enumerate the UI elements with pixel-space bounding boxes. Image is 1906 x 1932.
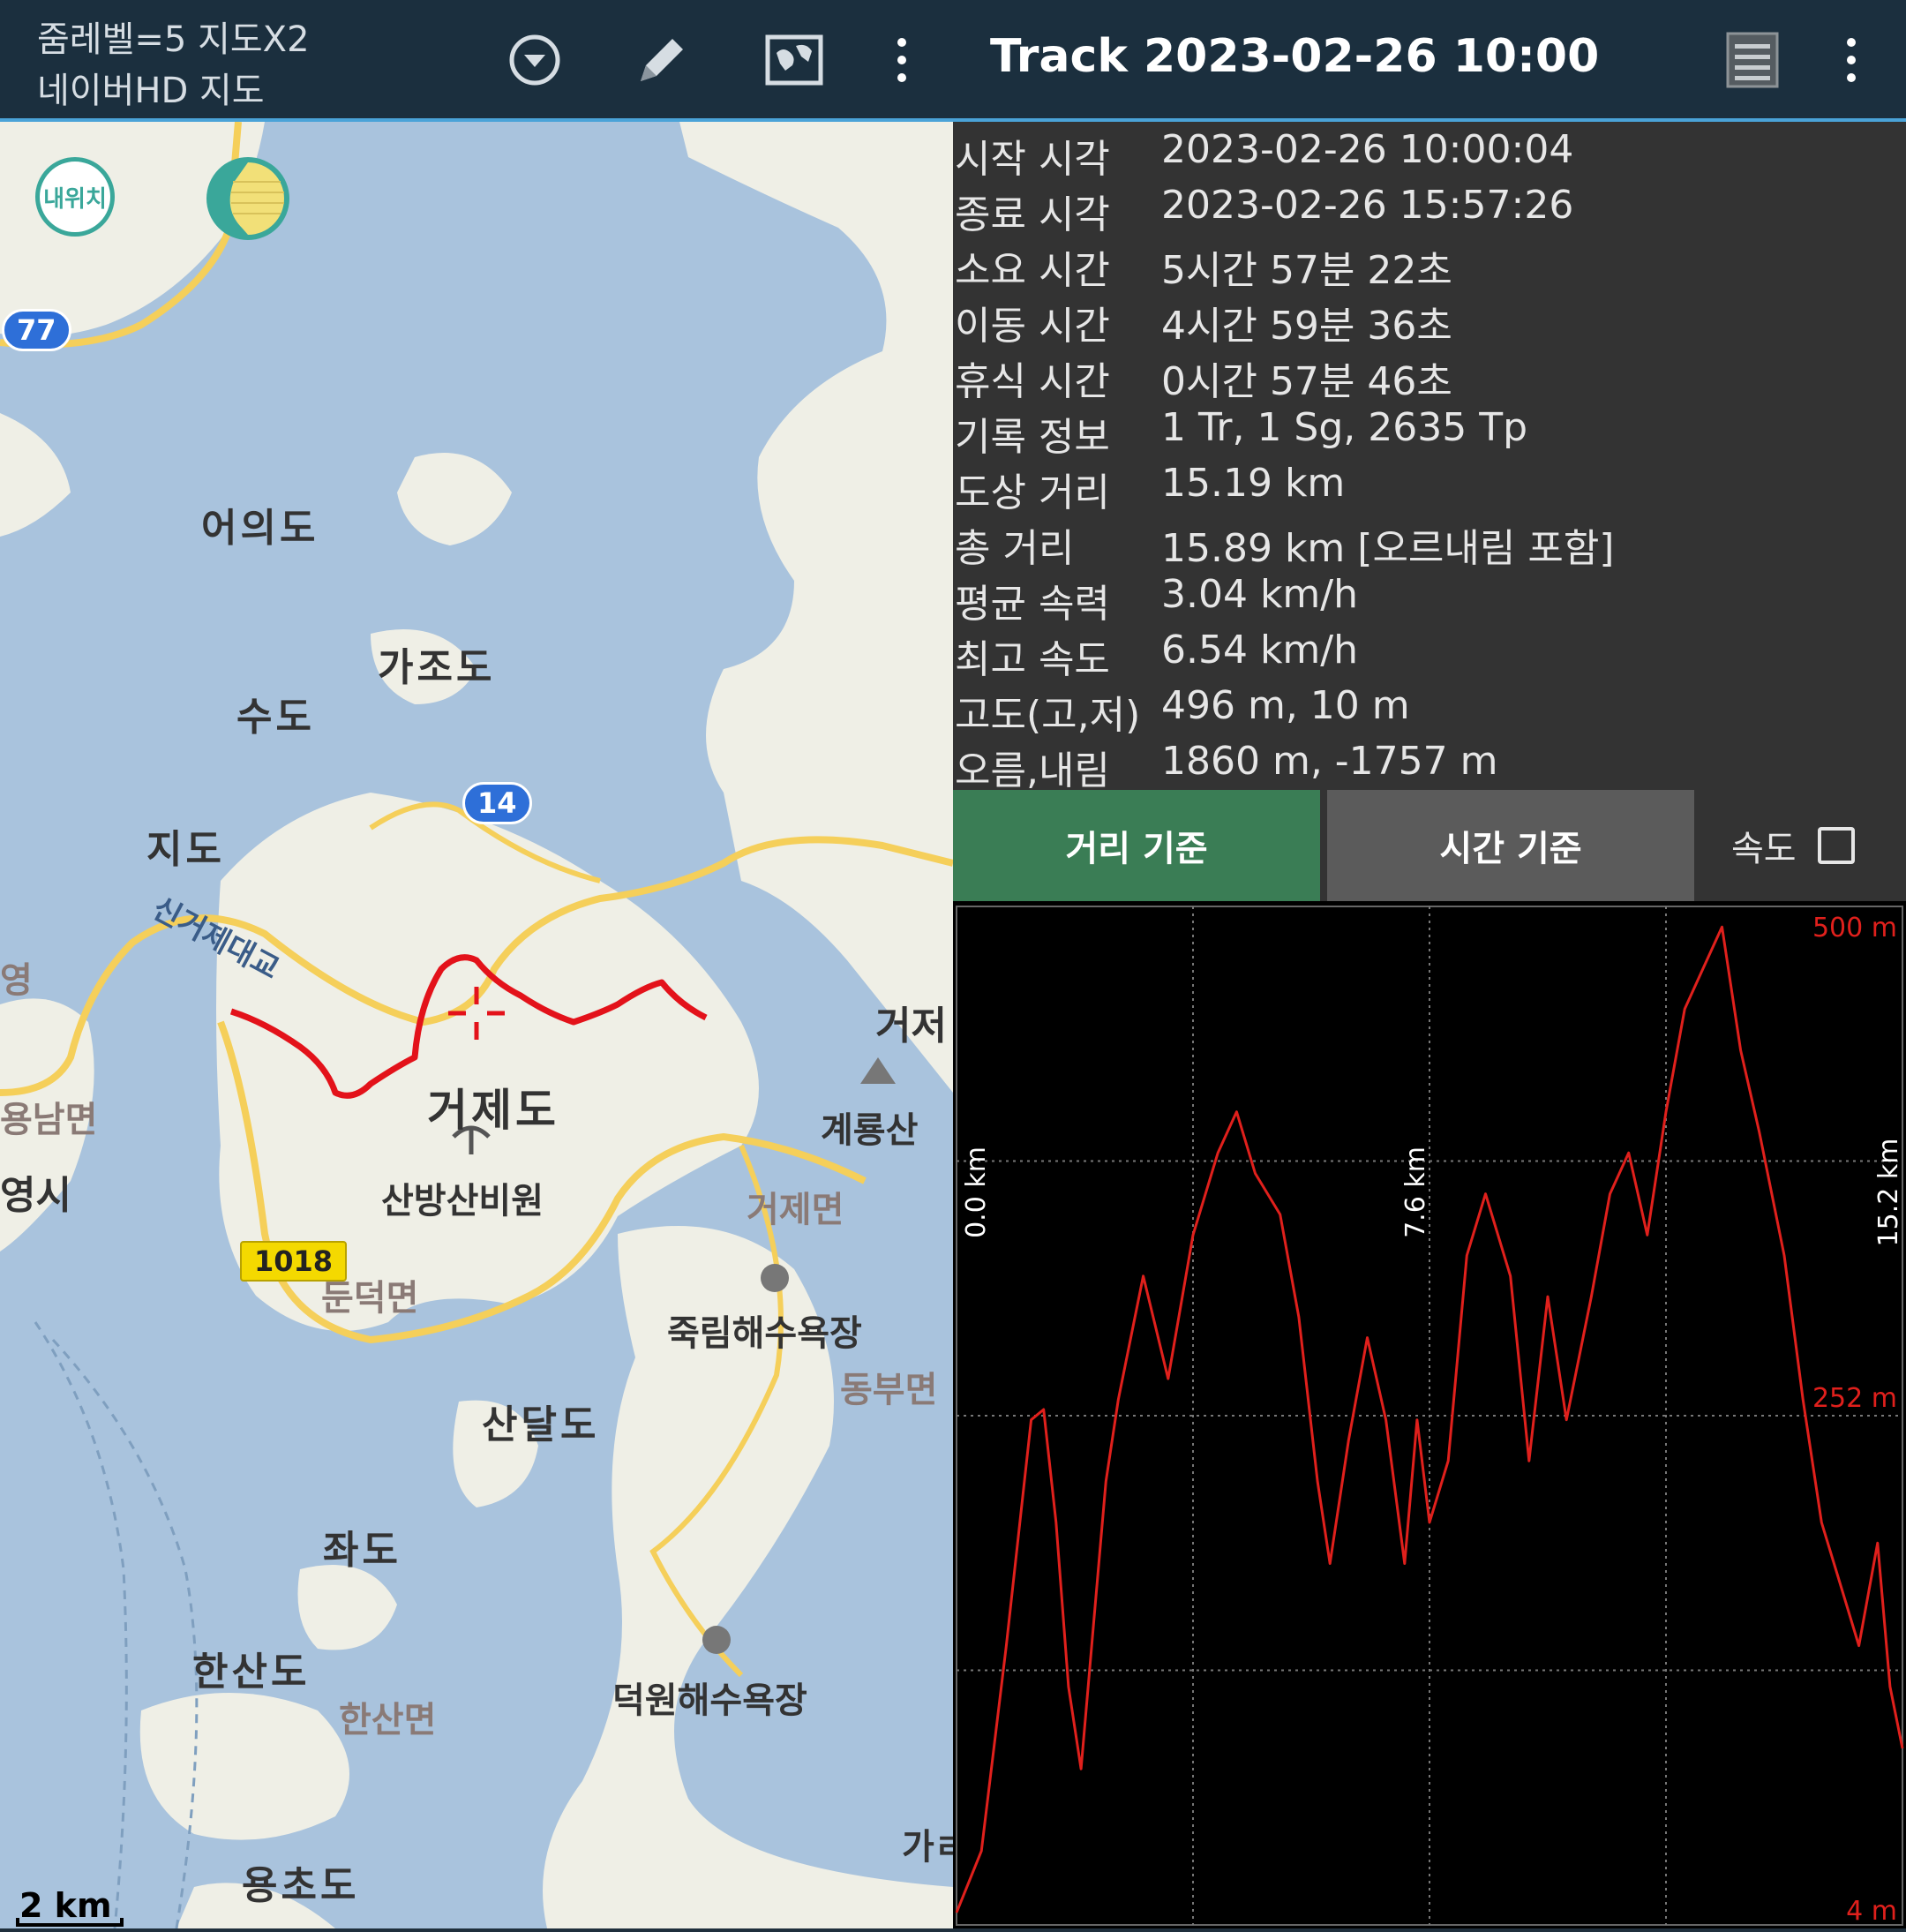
layer-toggle-button[interactable] xyxy=(206,157,289,240)
road-badge: 14 xyxy=(462,782,532,824)
info-key: 종료 시각 xyxy=(955,192,1110,237)
info-value: 2023-02-26 10:00:04 xyxy=(1161,127,1574,172)
info-key: 오름,내림 xyxy=(955,748,1110,793)
scale-label: 2 km xyxy=(19,1886,112,1925)
elevation-chart-svg: 500 m 252 m 4 m 0.0 km 7.6 km 15.2 km xyxy=(955,906,1904,1927)
speed-label: 속도 xyxy=(1731,829,1797,869)
info-row: 이동 시간 4시간 59분 36초 xyxy=(953,289,1906,349)
map-label: 좌도 xyxy=(323,1528,401,1573)
info-key: 기록 정보 xyxy=(955,415,1110,460)
info-row: 평균 속력 3.04 km/h xyxy=(953,567,1906,627)
map-source-label: 네이버HD 지도 xyxy=(37,71,265,111)
info-key: 고도(고,저) xyxy=(955,693,1141,738)
tab-time[interactable]: 시간 기준 xyxy=(1327,790,1694,901)
list-icon[interactable] xyxy=(1719,26,1786,94)
map-label: 가조도 xyxy=(378,645,496,690)
track-info-panel: 시작 시각 2023-02-26 10:00:04 종료 시각 2023-02-26… xyxy=(953,122,1906,793)
x-tick-label: 7.6 km xyxy=(1400,1146,1431,1238)
map-label: 가ㄹ xyxy=(902,1827,953,1868)
map-label: 지도 xyxy=(146,827,225,872)
map-label: 한산도 xyxy=(192,1650,311,1695)
info-row: 소요 시간 5시간 57분 22초 xyxy=(953,233,1906,293)
y-tick-label: 252 m xyxy=(1812,1383,1897,1414)
more-vert-icon[interactable] xyxy=(1832,26,1899,94)
map-label: 덕원해수욕장 xyxy=(612,1680,807,1721)
info-value: 15.89 km [오르내림 포함] xyxy=(1161,526,1615,571)
info-value: 4시간 59분 36초 xyxy=(1161,304,1452,349)
info-row: 종료 시각 2023-02-26 15:57:26 xyxy=(953,177,1906,237)
x-tick-label: 0.0 km xyxy=(961,1146,992,1238)
map-label: 용초도 xyxy=(242,1863,360,1908)
map-label: 둔덕면 xyxy=(321,1278,419,1319)
speed-checkbox[interactable] xyxy=(1817,827,1855,864)
info-value: 1 Tr, 1 Sg, 2635 Tp xyxy=(1161,405,1528,450)
my-location-button[interactable]: 내위치 xyxy=(35,157,115,237)
dropdown-icon[interactable] xyxy=(501,26,568,94)
zoom-status: 줌레벨=5 지도X2 xyxy=(37,19,310,60)
map-label: 거제도 xyxy=(427,1085,559,1136)
track-title: Track 2023-02-26 10:00 xyxy=(990,30,1600,83)
info-key: 최고 속도 xyxy=(955,637,1110,682)
info-key: 평균 속력 xyxy=(955,582,1110,627)
more-vert-icon[interactable] xyxy=(882,26,949,94)
info-value: 15.19 km xyxy=(1161,461,1346,506)
y-tick-label: 4 m xyxy=(1846,1896,1897,1927)
map-view[interactable]: 내위치 77 14 1018 어의도 가조도 수도 지도 신거제대교 거제도 산… xyxy=(0,122,953,1928)
info-row: 오름,내림 1860 m, -1757 m xyxy=(953,733,1906,793)
info-row: 고도(고,저) 496 m, 10 m xyxy=(953,678,1906,738)
map-label: 계룡산 xyxy=(821,1110,919,1151)
map-label: 동부면 xyxy=(840,1370,938,1410)
y-tick-label: 500 m xyxy=(1812,913,1897,943)
info-row: 휴식 시간 0시간 57분 46초 xyxy=(953,344,1906,404)
layer-icon xyxy=(209,160,287,237)
info-row: 최고 속도 6.54 km/h xyxy=(953,622,1906,682)
info-value: 1860 m, -1757 m xyxy=(1161,739,1498,784)
map-icon[interactable] xyxy=(761,26,828,94)
tab-distance[interactable]: 거리 기준 xyxy=(953,790,1320,901)
info-value: 0시간 57분 46초 xyxy=(1161,359,1452,404)
map-land xyxy=(0,122,953,1928)
x-tick-label: 15.2 km xyxy=(1873,1139,1904,1247)
info-row: 기록 정보 1 Tr, 1 Sg, 2635 Tp xyxy=(953,400,1906,460)
elevation-chart: 500 m 252 m 4 m 0.0 km 7.6 km 15.2 km xyxy=(953,901,1906,1928)
map-label: 수도 xyxy=(236,695,315,740)
pencil-icon[interactable] xyxy=(628,26,695,94)
info-key: 시작 시각 xyxy=(955,137,1110,182)
info-key: 휴식 시간 xyxy=(955,359,1110,404)
info-value: 3.04 km/h xyxy=(1161,572,1359,617)
map-label: 한산면 xyxy=(339,1700,437,1740)
map-label: 죽림해수욕장 xyxy=(667,1313,862,1354)
map-label: 영 xyxy=(0,960,33,1001)
info-key: 총 거리 xyxy=(955,526,1075,571)
map-label: 용남면 xyxy=(0,1100,98,1140)
road-badge: 77 xyxy=(2,309,71,351)
map-label: 산달도 xyxy=(482,1402,600,1447)
map-label: 산방산비원 xyxy=(381,1181,544,1222)
info-value: 496 m, 10 m xyxy=(1161,683,1410,728)
map-label: 거저 xyxy=(875,1004,947,1049)
speed-toggle[interactable]: 속도 xyxy=(1731,821,1855,870)
info-key: 이동 시간 xyxy=(955,304,1110,349)
info-key: 도상 거리 xyxy=(955,470,1110,515)
map-toolbar: 줌레벨=5 지도X2 네이버HD 지도 xyxy=(0,0,953,120)
info-row: 총 거리 15.89 km [오르내림 포함] xyxy=(953,511,1906,571)
info-value: 5시간 57분 22초 xyxy=(1161,248,1452,293)
track-toolbar: Track 2023-02-26 10:00 xyxy=(953,0,1906,120)
info-key: 소요 시간 xyxy=(955,248,1110,293)
info-row: 시작 시각 2023-02-26 10:00:04 xyxy=(953,122,1906,182)
info-value: 2023-02-26 15:57:26 xyxy=(1161,183,1574,228)
info-value: 6.54 km/h xyxy=(1161,628,1359,673)
elevation-line xyxy=(955,925,1904,1913)
map-label: 어의도 xyxy=(201,506,319,551)
map-label: 거제면 xyxy=(747,1190,844,1230)
info-row: 도상 거리 15.19 km xyxy=(953,455,1906,515)
map-label: 영시 xyxy=(0,1173,71,1218)
